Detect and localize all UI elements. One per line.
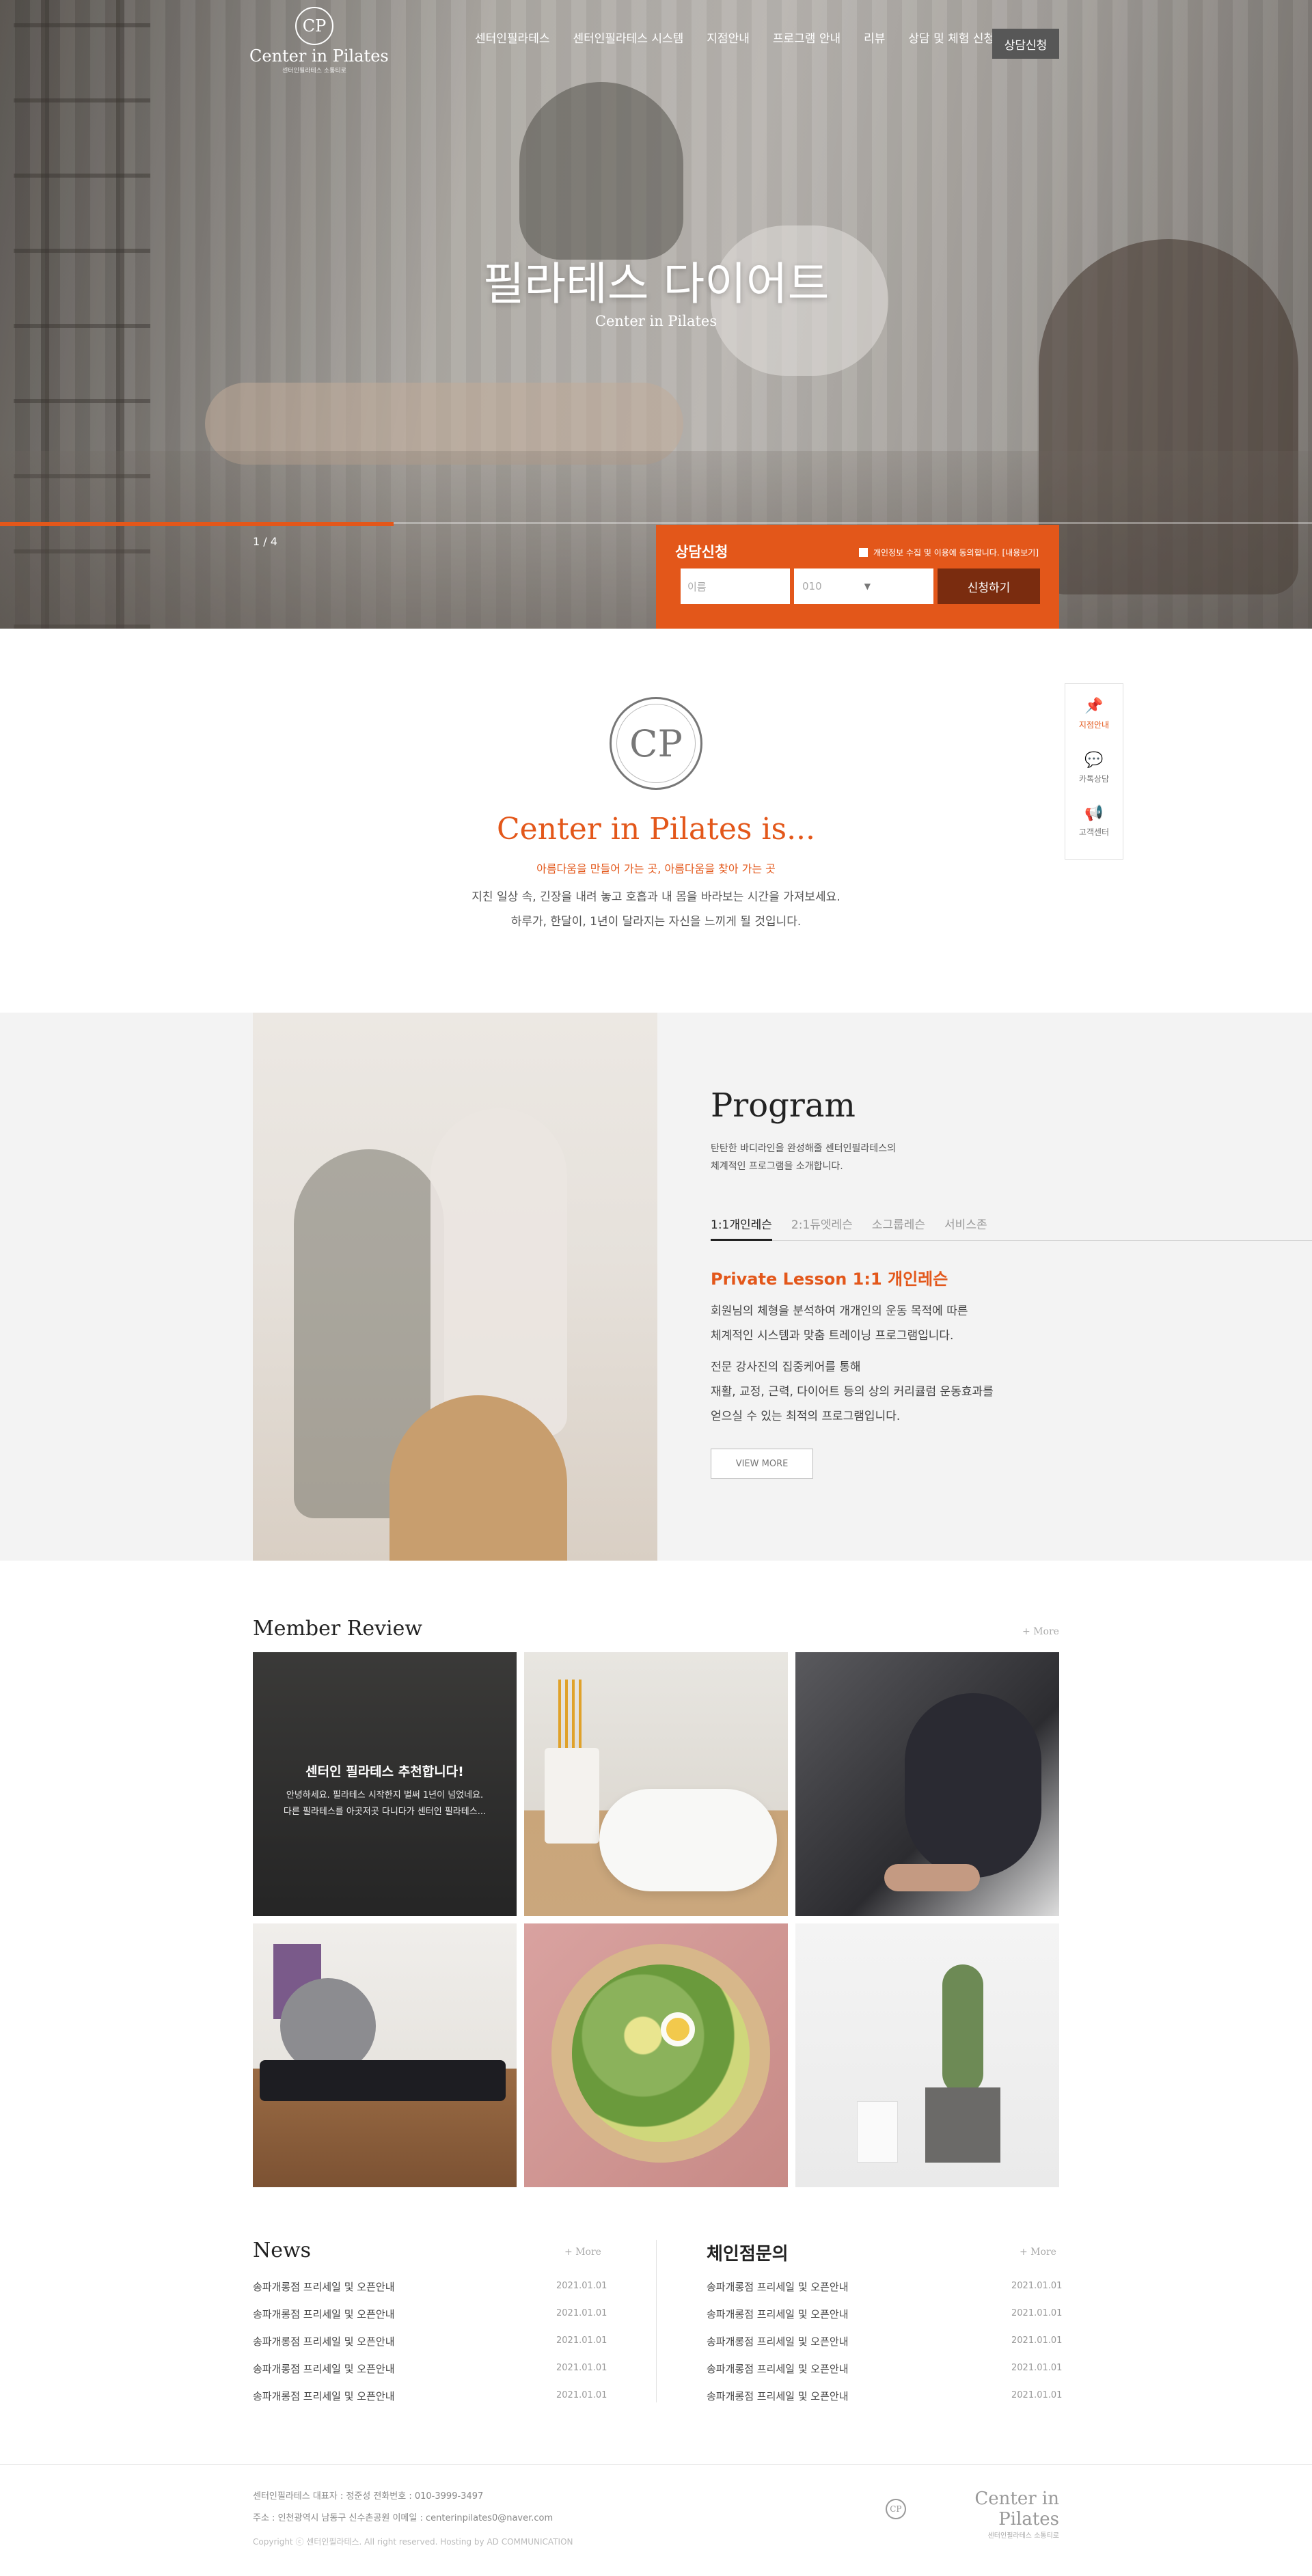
program-text: 회원님의 체형을 분석하여 개개인의 운동 목적에 따른 — [711, 1304, 968, 1318]
chat-icon: 💬 — [1084, 751, 1104, 769]
intro-line: 하루가, 한달이, 1년이 달라지는 자신을 느끼게 될 것입니다. — [510, 915, 802, 929]
news-divider — [656, 2240, 657, 2402]
list-item-date: 2021.01.01 — [556, 2281, 607, 2291]
news-title: News — [253, 2238, 312, 2262]
nav-item-review[interactable]: 리뷰 — [864, 29, 885, 46]
program-photo — [253, 1013, 657, 1561]
list-item[interactable]: 송파개롱점 프리세일 및 오픈안내 — [253, 2307, 395, 2321]
intro-logo-mark: CP — [610, 697, 702, 790]
tab-group[interactable]: 소그룹레슨 — [872, 1211, 925, 1241]
header-consult-button[interactable]: 상담신청 — [992, 29, 1059, 59]
program-text: 재활, 교정, 근력, 다이어트 등의 상의 커리큘럼 운동효과를 — [711, 1385, 994, 1399]
phone-prefix-value: 010 — [802, 580, 822, 592]
agree-label: 개인정보 수집 및 이용에 동의합니다. [내용보기] — [873, 548, 1039, 558]
chevron-down-icon: ▼ — [864, 581, 871, 591]
list-item-date: 2021.01.01 — [556, 2335, 607, 2346]
consult-submit-button[interactable]: 신청하기 — [938, 568, 1040, 604]
review-title: Member Review — [253, 1617, 423, 1641]
list-item[interactable]: 송파개롱점 프리세일 및 오픈안내 — [253, 2334, 395, 2348]
review-thumb-cactus[interactable] — [795, 1923, 1059, 2187]
program-desc: 체계적인 프로그램을 소개합니다. — [711, 1161, 843, 1172]
program-desc: 탄탄한 바디라인을 완성해줄 센터인필라테스의 — [711, 1143, 896, 1154]
footer-info: 센터인필라테스 대표자 : 정준성 전화번호 : 010-3999-3497 — [253, 2491, 484, 2502]
list-item[interactable]: 송파개롱점 프리세일 및 오픈안내 — [707, 2389, 849, 2403]
footer-logo[interactable]: CP Center in Pilates 센터인필라테스 소통티로 — [886, 2489, 1059, 2540]
privacy-agree[interactable]: 개인정보 수집 및 이용에 동의합니다. [내용보기] — [858, 547, 1039, 558]
review-card-text: 다른 필라테스를 아곳저곳 다니다가 센터인 필라테스... — [283, 1807, 487, 1817]
franchise-more-link[interactable]: + More — [1020, 2247, 1056, 2258]
program-text: 전문 강사진의 집중케어를 통해 — [711, 1360, 861, 1374]
quick-item-label: 지점안내 — [1078, 720, 1110, 730]
list-item-date: 2021.01.01 — [1011, 2335, 1063, 2346]
nav-item-program[interactable]: 프로그램 안내 — [773, 29, 840, 46]
review-thumb-salad[interactable] — [524, 1923, 788, 2187]
tab-service[interactable]: 서비스존 — [944, 1211, 987, 1241]
nav-item-branches[interactable]: 지점안내 — [707, 29, 750, 46]
list-item-date: 2021.01.01 — [556, 2308, 607, 2318]
slide-progress-fill — [0, 522, 394, 526]
list-item[interactable]: 송파개롱점 프리세일 및 오픈안내 — [707, 2279, 849, 2294]
logo-mark: CP — [295, 7, 333, 45]
review-card[interactable]: 센터인 필라테스 추천합니다! 안녕하세요. 필라테스 시작한지 벌써 1년이 … — [253, 1652, 517, 1916]
list-item-date: 2021.01.01 — [1011, 2281, 1063, 2291]
list-item[interactable]: 송파개롱점 프리세일 및 오픈안내 — [707, 2334, 849, 2348]
footer — [0, 2464, 1312, 2576]
pin-icon: 📌 — [1084, 698, 1104, 715]
list-item[interactable]: 송파개롱점 프리세일 및 오픈안내 — [707, 2361, 849, 2376]
quick-item-branches[interactable]: 📌 지점안내 — [1079, 698, 1109, 752]
program-section — [0, 1013, 1312, 1561]
news-more-link[interactable]: + More — [564, 2247, 601, 2258]
program-tabs: 1:1개인레슨 2:1듀엣레슨 소그룹레슨 서비스존 — [711, 1211, 1312, 1241]
hero-title: 필라테스 다이어트 — [482, 258, 830, 310]
review-card-title: 센터인 필라테스 추천합니다! — [305, 1764, 464, 1779]
review-card-text: 안녕하세요. 필라테스 시작한지 벌써 1년이 넘었네요. — [286, 1790, 484, 1800]
main-nav: 센터인필라테스 센터인필라테스 시스템 지점안내 프로그램 안내 리뷰 상담 및… — [475, 29, 1017, 46]
slide-pager: 1 / 4 — [253, 535, 277, 548]
name-input[interactable]: 이름 — [681, 568, 790, 604]
list-item-date: 2021.01.01 — [556, 2363, 607, 2373]
footer-logo-mark: CP — [886, 2499, 906, 2519]
franchise-title: 체인점문의 — [707, 2244, 789, 2264]
intro-line: 지친 일상 속, 긴장을 내려 놓고 호흡과 내 몸을 바라보는 시간을 가져보… — [472, 890, 840, 904]
nav-item-system[interactable]: 센터인필라테스 시스템 — [573, 29, 683, 46]
review-thumb-studio[interactable] — [253, 1923, 517, 2187]
footer-copyright: Copyright ⓒ 센터인필라테스. All right reserved.… — [253, 2537, 573, 2547]
program-title: Program — [711, 1086, 856, 1125]
view-more-button[interactable]: VIEW MORE — [711, 1449, 813, 1479]
program-text: 체계적인 시스템과 맞춤 트레이닝 프로그램입니다. — [711, 1329, 954, 1343]
agree-checkbox[interactable] — [858, 548, 868, 557]
page: CP Center in Pilates 센터인필라테스 소통티로 센터인필라테… — [0, 0, 1312, 2576]
program-heading: Private Lesson 1:1 개인레슨 — [711, 1270, 948, 1289]
review-more-link[interactable]: + More — [1022, 1626, 1059, 1637]
program-text: 얻으실 수 있는 최적의 프로그램입니다. — [711, 1410, 901, 1423]
quick-item-kakao[interactable]: 💬 카톡상담 — [1079, 752, 1109, 806]
footer-logo-sub: 센터인필라테스 소통티로 — [987, 2532, 1059, 2540]
review-thumb-towels[interactable] — [524, 1652, 788, 1916]
tab-private[interactable]: 1:1개인레슨 — [711, 1211, 772, 1241]
review-thumb-reformer-leg[interactable] — [795, 1652, 1059, 1916]
nav-item-consult[interactable]: 상담 및 체험 신청 — [908, 29, 994, 46]
footer-logo-name: Center in Pilates — [974, 2489, 1059, 2530]
hero-subtitle: Center in Pilates — [594, 313, 718, 329]
list-item-date: 2021.01.01 — [1011, 2390, 1063, 2400]
list-item-date: 2021.01.01 — [556, 2390, 607, 2400]
consult-fields: 이름 010 ▼ 신청하기 — [681, 568, 1040, 604]
list-item[interactable]: 송파개롱점 프리세일 및 오픈안내 — [253, 2389, 395, 2403]
list-item[interactable]: 송파개롱점 프리세일 및 오픈안내 — [707, 2307, 849, 2321]
list-item[interactable]: 송파개롱점 프리세일 및 오픈안내 — [253, 2279, 395, 2294]
tab-duet[interactable]: 2:1듀엣레슨 — [791, 1211, 853, 1241]
footer-address: 주소 : 인천광역시 남동구 신수촌공원 이메일 : centerinpilat… — [253, 2513, 554, 2523]
quick-item-label: 카톡상담 — [1078, 773, 1110, 784]
intro-subtitle: 아름다움을 만들어 가는 곳, 아름다움을 찾아 가는 곳 — [536, 862, 776, 875]
list-item-date: 2021.01.01 — [1011, 2308, 1063, 2318]
logo-sub: 센터인필라테스 소통티로 — [282, 68, 346, 74]
logo-name: Center in Pilates — [249, 46, 389, 66]
phone-prefix-select[interactable]: 010 ▼ — [794, 568, 933, 604]
list-item[interactable]: 송파개롱점 프리세일 및 오픈안내 — [253, 2361, 395, 2376]
consult-form: 상담신청 개인정보 수집 및 이용에 동의합니다. [내용보기] 이름 010 … — [656, 525, 1059, 629]
site-logo[interactable]: CP Center in Pilates 센터인필라테스 소통티로 — [249, 7, 389, 74]
intro-title: Center in Pilates is... — [496, 812, 816, 847]
list-item-date: 2021.01.01 — [1011, 2363, 1063, 2373]
nav-item-about[interactable]: 센터인필라테스 — [475, 29, 549, 46]
